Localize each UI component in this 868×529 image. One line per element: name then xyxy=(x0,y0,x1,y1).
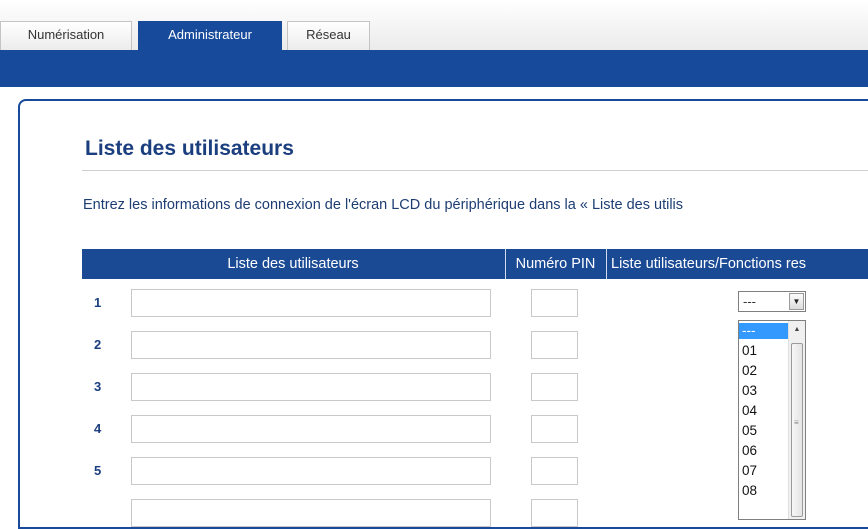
tab-administrateur[interactable]: Administrateur xyxy=(138,21,282,50)
row-number: 1 xyxy=(94,295,102,310)
user-table-header: Liste des utilisateurs Numéro PIN Liste … xyxy=(82,249,868,279)
function-dropdown-list[interactable]: --- 01 02 03 04 05 06 07 08 ▲ ≡ xyxy=(738,320,806,520)
user-name-input[interactable] xyxy=(131,331,491,359)
dropdown-option[interactable]: 05 xyxy=(739,423,789,439)
user-name-input[interactable] xyxy=(131,499,491,527)
user-name-input[interactable] xyxy=(131,289,491,317)
row-number: 5 xyxy=(94,463,102,478)
dropdown-option[interactable]: 04 xyxy=(739,403,789,419)
row-number: 4 xyxy=(94,421,102,436)
column-header-pin: Numéro PIN xyxy=(515,256,596,272)
pin-input[interactable] xyxy=(531,457,578,485)
user-name-input[interactable] xyxy=(131,457,491,485)
tab-numerisation[interactable]: Numérisation xyxy=(0,21,132,50)
function-select[interactable]: --- ▼ xyxy=(738,291,806,312)
pin-input[interactable] xyxy=(531,331,578,359)
dropdown-option[interactable]: --- xyxy=(739,323,789,339)
nav-band xyxy=(0,50,868,87)
dropdown-option[interactable]: 02 xyxy=(739,363,789,379)
pin-input[interactable] xyxy=(531,289,578,317)
page-title: Liste des utilisateurs xyxy=(85,137,294,160)
scrollbar-thumb[interactable]: ≡ xyxy=(791,343,803,517)
row-number: 3 xyxy=(94,379,102,394)
function-select-value: --- xyxy=(743,294,756,309)
row-number: 2 xyxy=(94,337,102,352)
pin-input[interactable] xyxy=(531,499,578,527)
scroll-up-icon[interactable]: ▲ xyxy=(791,323,803,337)
dropdown-option[interactable]: 08 xyxy=(739,483,789,499)
dropdown-option[interactable]: 06 xyxy=(739,443,789,459)
user-name-input[interactable] xyxy=(131,373,491,401)
pin-input[interactable] xyxy=(531,373,578,401)
tab-reseau[interactable]: Réseau xyxy=(287,21,370,50)
column-divider xyxy=(606,249,607,279)
column-divider xyxy=(505,249,506,279)
grip-icon: ≡ xyxy=(794,418,799,427)
user-name-input[interactable] xyxy=(131,415,491,443)
dropdown-option[interactable]: 03 xyxy=(739,383,789,399)
title-divider xyxy=(82,170,868,171)
page-description: Entrez les informations de connexion de … xyxy=(83,197,684,213)
pin-input[interactable] xyxy=(531,415,578,443)
column-header-user-list: Liste des utilisateurs xyxy=(227,256,359,272)
dropdown-scrollbar[interactable]: ▲ ≡ xyxy=(788,321,805,519)
dropdown-option[interactable]: 01 xyxy=(739,343,789,359)
column-header-functions: Liste utilisateurs/Fonctions res xyxy=(611,256,807,272)
chevron-down-icon[interactable]: ▼ xyxy=(789,293,804,310)
dropdown-option[interactable]: 07 xyxy=(739,463,789,479)
